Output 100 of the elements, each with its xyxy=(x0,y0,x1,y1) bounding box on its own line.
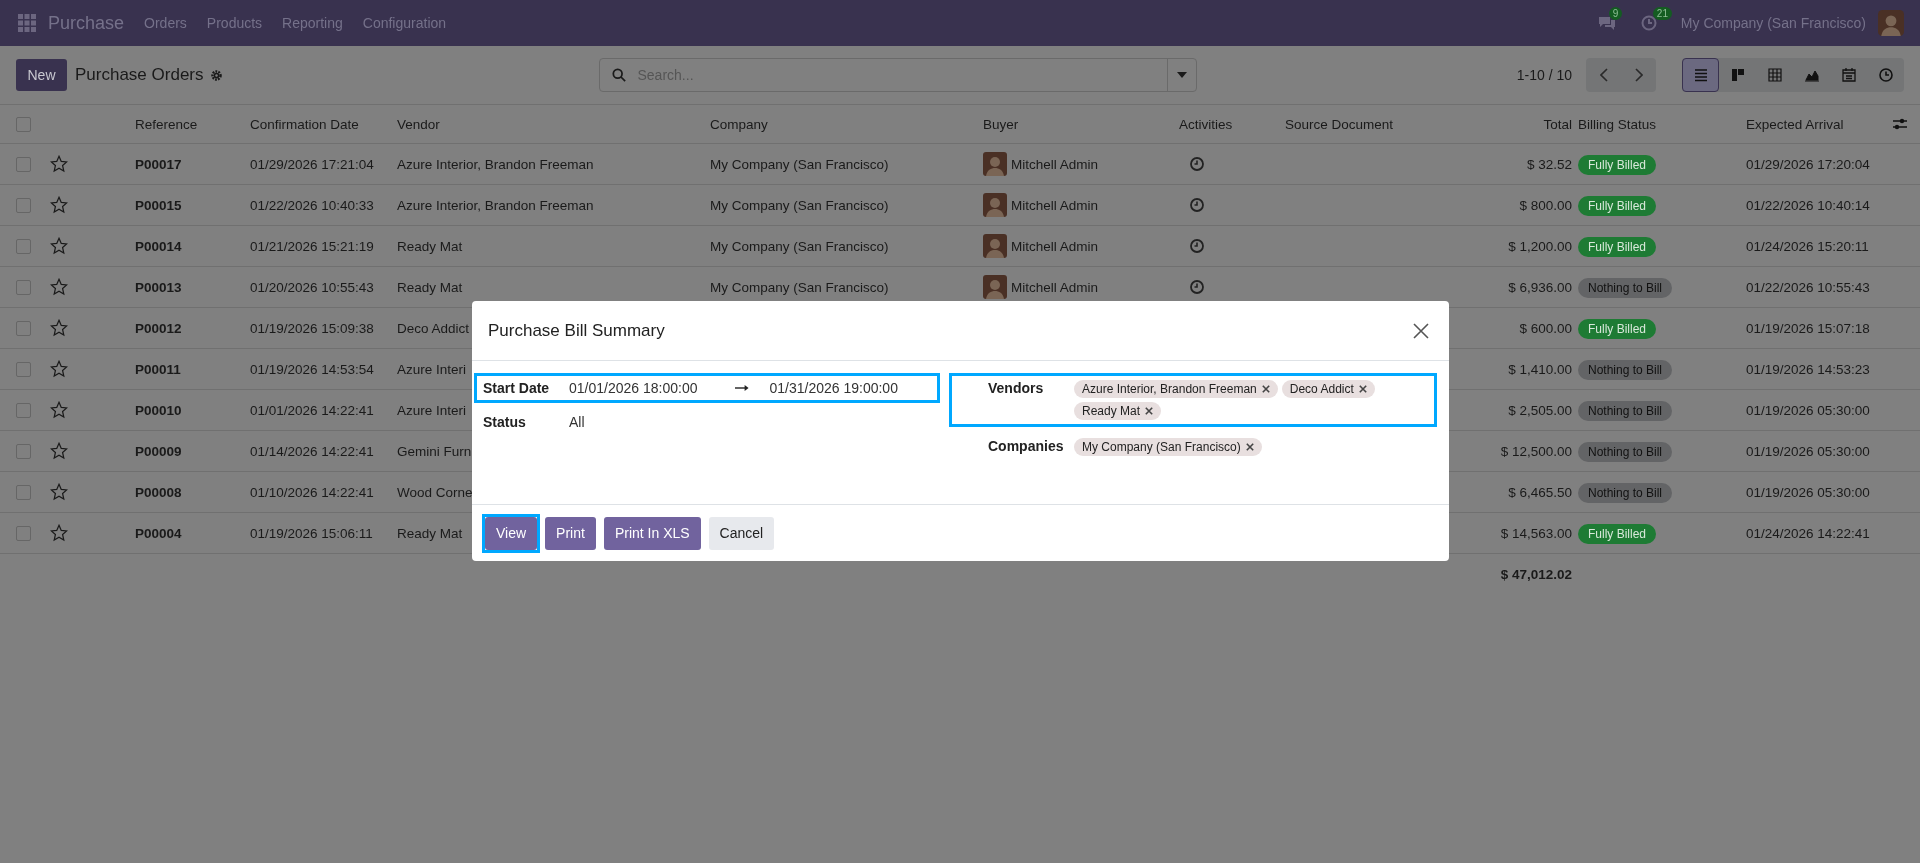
table-cell: Ready Mat xyxy=(397,238,463,254)
menu-item[interactable]: Products xyxy=(206,15,263,31)
select-all-checkbox[interactable] xyxy=(16,116,31,132)
clock-icon[interactable] xyxy=(1189,197,1205,213)
table-cell: P00010 xyxy=(135,402,182,418)
column-header[interactable]: Buyer xyxy=(983,116,1019,132)
star-icon[interactable] xyxy=(50,278,68,296)
app-name[interactable]: Purchase xyxy=(48,12,125,34)
apps-menu-icon[interactable] xyxy=(18,14,36,32)
column-header[interactable]: Company xyxy=(710,116,768,132)
field-label: Companies xyxy=(988,438,1065,454)
star-icon[interactable] xyxy=(50,483,68,501)
dialog-button[interactable]: Cancel xyxy=(708,516,775,550)
star-icon[interactable] xyxy=(50,442,68,460)
table-cell: Wood Corne xyxy=(397,484,473,500)
row-checkbox[interactable] xyxy=(16,238,31,254)
chevron-right-icon xyxy=(1634,68,1643,82)
table-cell: $ 1,200.00 xyxy=(1508,238,1572,254)
remove-icon[interactable] xyxy=(1261,385,1270,393)
column-header[interactable]: Source Document xyxy=(1285,116,1394,132)
star-icon[interactable] xyxy=(50,237,68,255)
dialog-button[interactable]: Print In XLS xyxy=(603,516,701,550)
table-cell: 01/22/2026 10:55:43 xyxy=(1746,279,1870,295)
pager-value[interactable]: 1-10 / 10 xyxy=(1516,67,1572,83)
menu-item[interactable]: Configuration xyxy=(362,15,447,31)
row-checkbox[interactable] xyxy=(16,361,31,377)
column-header[interactable]: Billing Status xyxy=(1578,116,1657,132)
column-header[interactable]: Expected Arrival xyxy=(1746,116,1844,132)
field-label: Status xyxy=(483,414,527,430)
dialog-button[interactable]: View xyxy=(485,516,538,550)
status-badge: Fully Billed xyxy=(1578,154,1657,175)
table-cell: Gemini Furn xyxy=(397,443,472,459)
company-switcher[interactable]: My Company (San Francisco) xyxy=(1680,15,1866,31)
end-date-field[interactable]: 01/31/2026 19:00:00 xyxy=(769,380,898,396)
star-icon[interactable] xyxy=(50,524,68,542)
buyer-name: Mitchell Admin xyxy=(1011,279,1099,295)
field-label: Vendors xyxy=(988,380,1045,396)
star-icon[interactable] xyxy=(50,155,68,173)
field-label: Start Date xyxy=(483,380,551,396)
table-cell: P00015 xyxy=(135,197,182,213)
table-cell: My Company (San Francisco) xyxy=(710,156,889,172)
user-avatar-icon[interactable] xyxy=(1878,10,1904,36)
page-title: Purchase Orders xyxy=(75,65,204,85)
remove-icon[interactable] xyxy=(1245,443,1254,451)
table-cell: 01/19/2026 05:30:00 xyxy=(1746,402,1870,418)
menu-item[interactable]: Orders xyxy=(144,15,187,31)
table-cell: My Company (San Francisco) xyxy=(710,279,889,295)
menu-item[interactable]: Reporting xyxy=(282,15,343,31)
settings-icon[interactable] xyxy=(209,68,223,82)
column-header[interactable]: Vendor xyxy=(397,116,440,132)
table-cell: P00004 xyxy=(135,525,182,541)
clock-icon[interactable] xyxy=(1189,238,1205,254)
dialog-title: Purchase Bill Summary xyxy=(488,320,665,341)
star-icon[interactable] xyxy=(50,360,68,378)
row-checkbox[interactable] xyxy=(16,525,31,541)
row-checkbox[interactable] xyxy=(16,279,31,295)
star-icon[interactable] xyxy=(50,319,68,337)
remove-icon[interactable] xyxy=(1358,385,1367,393)
column-header[interactable]: Activities xyxy=(1179,116,1233,132)
column-header[interactable]: Total xyxy=(1543,116,1572,132)
column-header[interactable]: Confirmation Date xyxy=(250,116,359,132)
optional-columns-icon[interactable] xyxy=(1892,116,1908,132)
star-icon[interactable] xyxy=(50,196,68,214)
tag-label: Ready Mat xyxy=(1082,404,1141,418)
table-cell: $ 12,500.00 xyxy=(1500,443,1572,459)
table-cell: 01/29/2026 17:21:04 xyxy=(250,156,374,172)
remove-icon[interactable] xyxy=(1145,407,1154,415)
close-icon[interactable] xyxy=(1413,322,1429,339)
status-field[interactable]: All xyxy=(569,414,585,430)
activity-count: 21 xyxy=(1652,7,1672,20)
column-header[interactable]: Reference xyxy=(135,116,198,132)
row-checkbox[interactable] xyxy=(16,156,31,172)
clock-icon[interactable] xyxy=(1640,15,1657,31)
clock-icon[interactable] xyxy=(1189,279,1205,295)
table-cell: 01/19/2026 14:53:23 xyxy=(1746,361,1870,377)
table-cell: 01/19/2026 15:07:18 xyxy=(1746,320,1870,336)
row-checkbox[interactable] xyxy=(16,320,31,336)
list-view-button[interactable] xyxy=(1682,58,1719,92)
calendar-view-icon xyxy=(1840,67,1857,83)
status-badge: Nothing to Bill xyxy=(1578,359,1673,380)
table-cell: Deco Addict xyxy=(397,320,470,336)
star-icon[interactable] xyxy=(50,401,68,419)
message-count: 9 xyxy=(1608,7,1623,20)
new-button[interactable]: New xyxy=(16,59,67,91)
table-cell: 01/24/2026 15:20:11 xyxy=(1746,238,1869,254)
arrow-icon xyxy=(735,384,750,392)
start-date-field[interactable]: 01/01/2026 18:00:00 xyxy=(569,380,698,396)
clock-icon[interactable] xyxy=(1189,156,1205,172)
table-cell: 01/29/2026 17:20:04 xyxy=(1746,156,1870,172)
table-cell: Azure Interior, Brandon Freeman xyxy=(397,197,594,213)
row-checkbox[interactable] xyxy=(16,484,31,500)
table-cell: 01/22/2026 10:40:14 xyxy=(1746,197,1870,213)
row-checkbox[interactable] xyxy=(16,443,31,459)
row-checkbox[interactable] xyxy=(16,197,31,213)
chat-icon[interactable] xyxy=(1596,15,1617,31)
table-cell: 01/20/2026 10:55:43 xyxy=(250,279,374,295)
kanban-view-icon xyxy=(1729,67,1746,83)
row-checkbox[interactable] xyxy=(16,402,31,418)
dialog-button[interactable]: Print xyxy=(545,516,596,550)
status-badge: Nothing to Bill xyxy=(1578,400,1673,421)
